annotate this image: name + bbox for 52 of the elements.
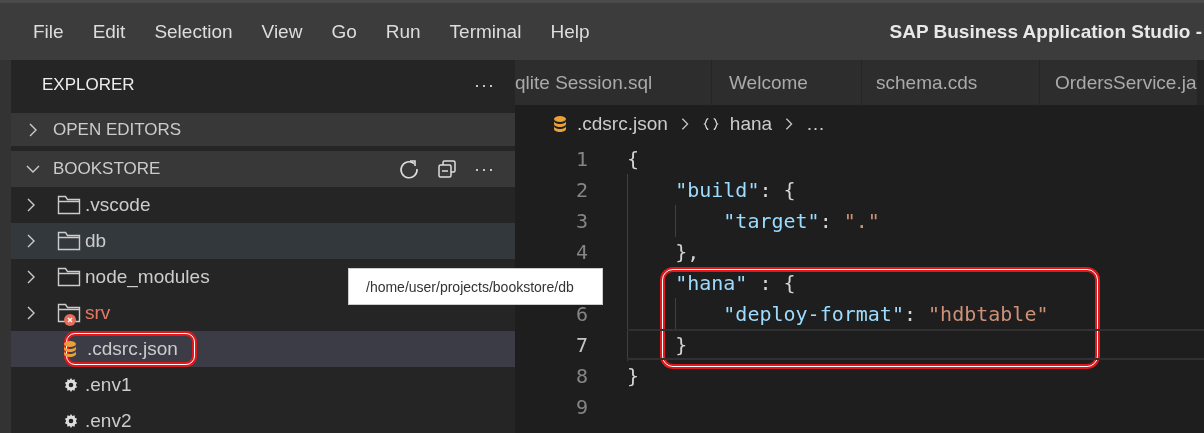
breadcrumb-item[interactable]: … xyxy=(806,113,826,135)
menu-item[interactable]: File xyxy=(33,20,64,43)
gear-icon xyxy=(63,413,79,429)
line-number: 8 xyxy=(574,363,589,388)
menu-item[interactable]: Terminal xyxy=(449,20,522,43)
line-number: 3 xyxy=(574,208,589,233)
code-line: } xyxy=(627,363,640,388)
menu-item[interactable]: Run xyxy=(385,20,421,43)
tree-item[interactable]: db xyxy=(11,223,515,259)
more-actions-button[interactable]: ··· xyxy=(474,158,495,180)
line-number: 4 xyxy=(574,239,589,264)
section-header[interactable]: OPEN EDITORS xyxy=(11,113,515,146)
editor-tab[interactable]: Welcome xyxy=(712,60,862,105)
database-icon xyxy=(553,115,567,133)
editor-tab[interactable]: schema.cds xyxy=(862,60,1040,105)
tree-item[interactable]: .vscode xyxy=(11,187,515,223)
menu-item[interactable]: Edit xyxy=(92,20,126,43)
code-line: "deploy-format": "hdbtable" xyxy=(627,301,1049,326)
collapse-all-icon[interactable] xyxy=(436,158,458,180)
explorer-title: EXPLORER xyxy=(42,75,135,95)
folder-icon xyxy=(57,266,81,288)
menu-item[interactable]: View xyxy=(261,20,303,43)
breadcrumb-item[interactable]: hana xyxy=(729,113,773,135)
code-line: "build": { xyxy=(627,177,796,202)
folder-icon xyxy=(57,194,81,216)
gear-icon xyxy=(63,377,79,393)
tree-item[interactable]: .env1 xyxy=(11,367,515,403)
menu-item[interactable]: Go xyxy=(331,20,357,43)
folder-icon xyxy=(57,302,81,324)
section-header[interactable]: BOOKSTORE ··· xyxy=(11,151,515,187)
line-number: 7 xyxy=(574,332,589,357)
editor-tab[interactable]: qlite Session.sql xyxy=(515,60,712,105)
tree-item[interactable]: .cdsrc.json xyxy=(11,331,515,367)
braces-icon xyxy=(701,116,720,132)
refresh-icon[interactable] xyxy=(398,158,420,180)
breadcrumb-item[interactable]: .cdsrc.json xyxy=(577,113,668,135)
code-line: { xyxy=(627,146,640,171)
line-number: 2 xyxy=(574,177,589,202)
code-line: "hana" : { xyxy=(627,270,796,295)
menu-item[interactable]: Help xyxy=(550,20,590,43)
code-line: }, xyxy=(627,239,700,264)
line-number: 9 xyxy=(574,394,589,419)
window-title: SAP Business Application Studio - xyxy=(889,20,1202,43)
more-actions-button[interactable]: ··· xyxy=(474,74,495,96)
folder-icon xyxy=(57,230,81,252)
line-number: 1 xyxy=(574,146,589,171)
editor-tab[interactable]: OrdersService.ja xyxy=(1040,60,1198,105)
menu-item[interactable]: Selection xyxy=(154,20,233,43)
tree-item[interactable]: .env2 xyxy=(11,403,515,433)
error-badge-icon xyxy=(64,314,76,326)
path-tooltip: /home/user/projects/bookstore/db xyxy=(348,268,603,305)
database-icon xyxy=(63,340,77,358)
